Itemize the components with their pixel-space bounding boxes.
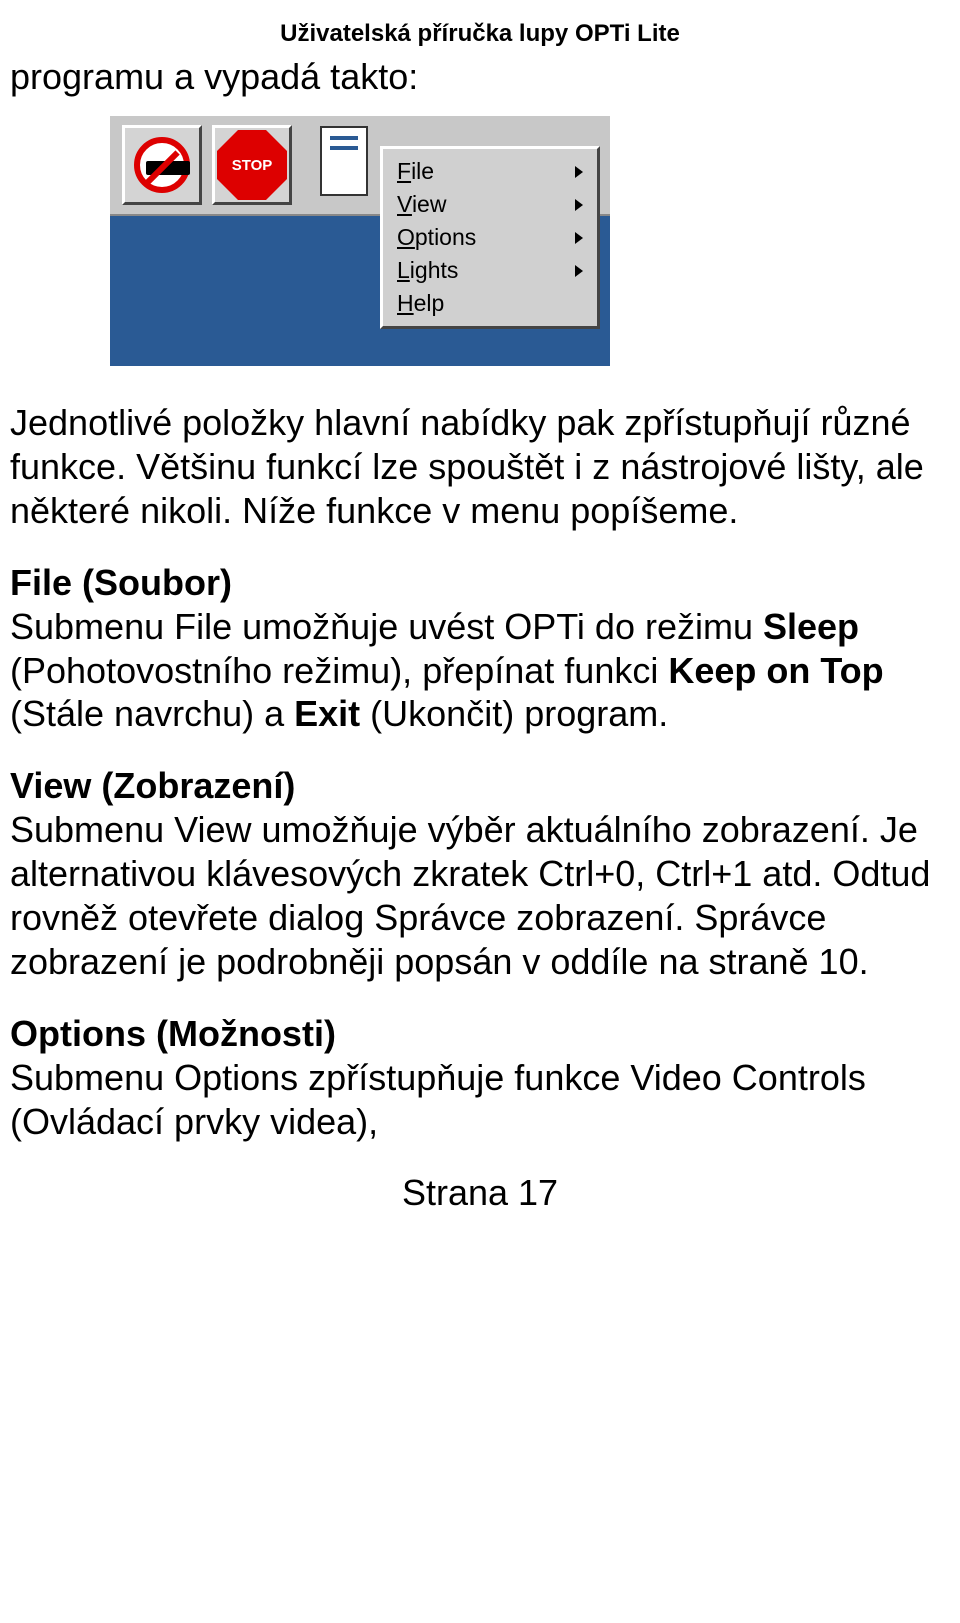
section-view: View (Zobrazení) Submenu View umožňuje v… <box>10 764 950 984</box>
toolbar-button-stop[interactable]: STOP <box>212 125 292 205</box>
main-menu: File View Options Lights Help <box>380 146 600 329</box>
page-header: Uživatelská příručka lupy OPTi Lite <box>10 20 950 48</box>
section-file: File (Soubor) Submenu File umožňuje uvés… <box>10 561 950 737</box>
menu-item-lights[interactable]: Lights <box>383 254 597 287</box>
chevron-right-icon <box>575 265 583 277</box>
toolbar-button-nosmoking[interactable] <box>122 125 202 205</box>
section-title-view: View (Zobrazení) <box>10 765 295 806</box>
section-title-options: Options (Možnosti) <box>10 1013 336 1054</box>
menu-item-view[interactable]: View <box>383 188 597 221</box>
page-number: Strana 17 <box>10 1172 950 1214</box>
paragraph-intro: Jednotlivé položky hlavní nabídky pak zp… <box>10 401 950 533</box>
section-title-file: File (Soubor) <box>10 562 232 603</box>
menu-screenshot: STOP File View Options Lights Help <box>110 116 610 366</box>
section-options: Options (Možnosti) Submenu Options zpřís… <box>10 1012 950 1144</box>
no-entry-icon <box>134 137 190 193</box>
stop-icon: STOP <box>217 130 287 200</box>
menu-item-options[interactable]: Options <box>383 221 597 254</box>
chevron-right-icon <box>575 199 583 211</box>
intro-text: programu a vypadá takto: <box>10 56 950 98</box>
document-icon <box>320 126 368 196</box>
chevron-right-icon <box>575 232 583 244</box>
menu-item-file[interactable]: File <box>383 155 597 188</box>
chevron-right-icon <box>575 166 583 178</box>
menu-item-help[interactable]: Help <box>383 287 597 320</box>
